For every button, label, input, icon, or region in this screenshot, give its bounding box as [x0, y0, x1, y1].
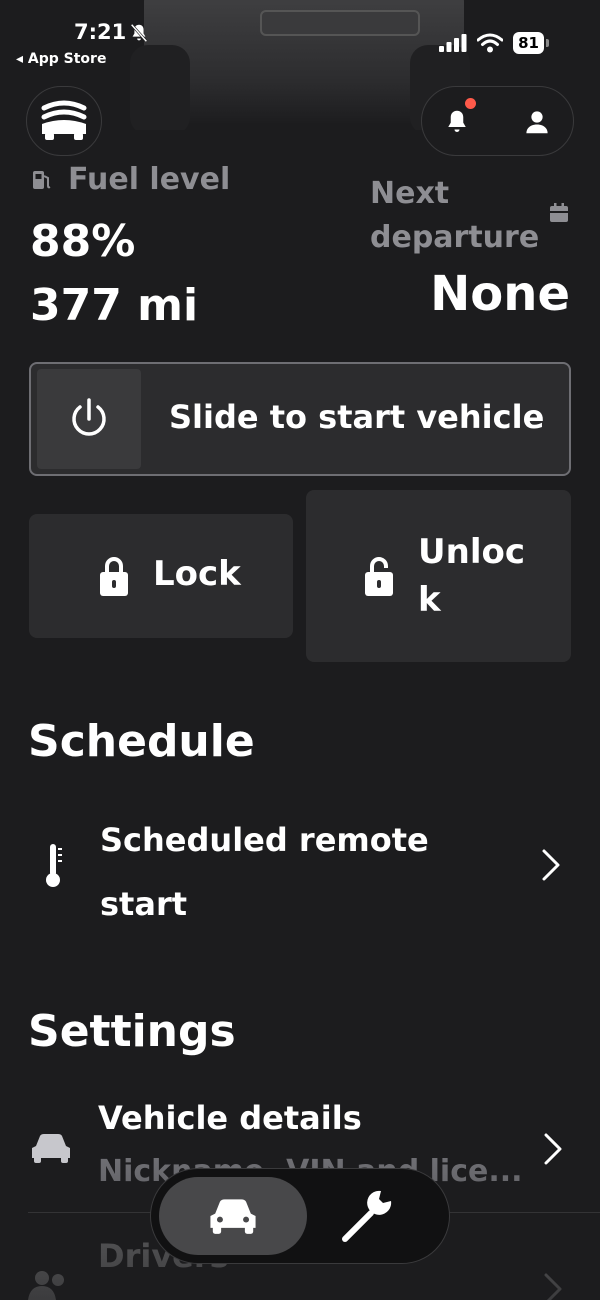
person-icon[interactable] [522, 107, 552, 137]
battery-indicator: 81 [513, 32, 549, 54]
wifi-icon [477, 33, 504, 53]
schedule-heading: Schedule [28, 716, 255, 767]
settings-heading: Settings [28, 1006, 236, 1057]
calendar-icon [550, 203, 568, 222]
fuel-pump-icon [33, 171, 51, 189]
chevron-right-icon [544, 1273, 562, 1300]
silent-bell-icon [130, 23, 148, 43]
vehicle-logo-button[interactable] [26, 86, 102, 156]
people-icon [28, 1271, 64, 1300]
car-icon [32, 1134, 70, 1163]
chevron-right-icon [544, 1133, 562, 1165]
lock-button[interactable]: Lock [29, 514, 293, 638]
scheduled-remote-start-row[interactable]: Scheduled remote start [0, 800, 600, 930]
slider-label: Slide to start vehicle [169, 398, 545, 436]
header-actions [421, 86, 574, 156]
back-to-app-store-link[interactable]: ◂ App Store [16, 51, 106, 67]
status-time: 7:21 [74, 20, 127, 44]
car-icon [210, 1199, 256, 1234]
vehicle-hero-image [130, 0, 470, 130]
vehicle-front-logo-icon [41, 100, 87, 140]
thermometer-icon [46, 844, 62, 887]
nav-tab-vehicle[interactable] [159, 1177, 307, 1255]
next-departure-value: None [430, 266, 570, 322]
lock-icon [100, 557, 128, 596]
next-departure-label: Next departure [370, 176, 540, 255]
slider-handle[interactable] [37, 369, 141, 469]
unlock-button[interactable]: Unlock [306, 490, 571, 662]
status-indicators: 81 [439, 32, 549, 54]
vehicle-details-label: Vehicle details [98, 1099, 362, 1137]
unlock-label: Unlock [418, 532, 525, 620]
notification-badge [465, 98, 476, 109]
wrench-icon[interactable] [337, 1185, 397, 1245]
power-icon [72, 398, 106, 436]
fuel-percent: 88% [30, 216, 136, 267]
slide-to-start-control[interactable]: Slide to start vehicle [29, 362, 571, 476]
signal-icon [439, 34, 467, 52]
lock-label: Lock [153, 554, 241, 594]
bell-icon[interactable] [442, 107, 472, 137]
bottom-navigation [150, 1168, 450, 1264]
fuel-range: 377 mi [30, 280, 199, 331]
fuel-level-label: Fuel level [68, 162, 231, 197]
scheduled-remote-start-label: Scheduled remote start [100, 821, 429, 923]
unlock-icon [365, 557, 393, 596]
chevron-right-icon [542, 849, 560, 881]
